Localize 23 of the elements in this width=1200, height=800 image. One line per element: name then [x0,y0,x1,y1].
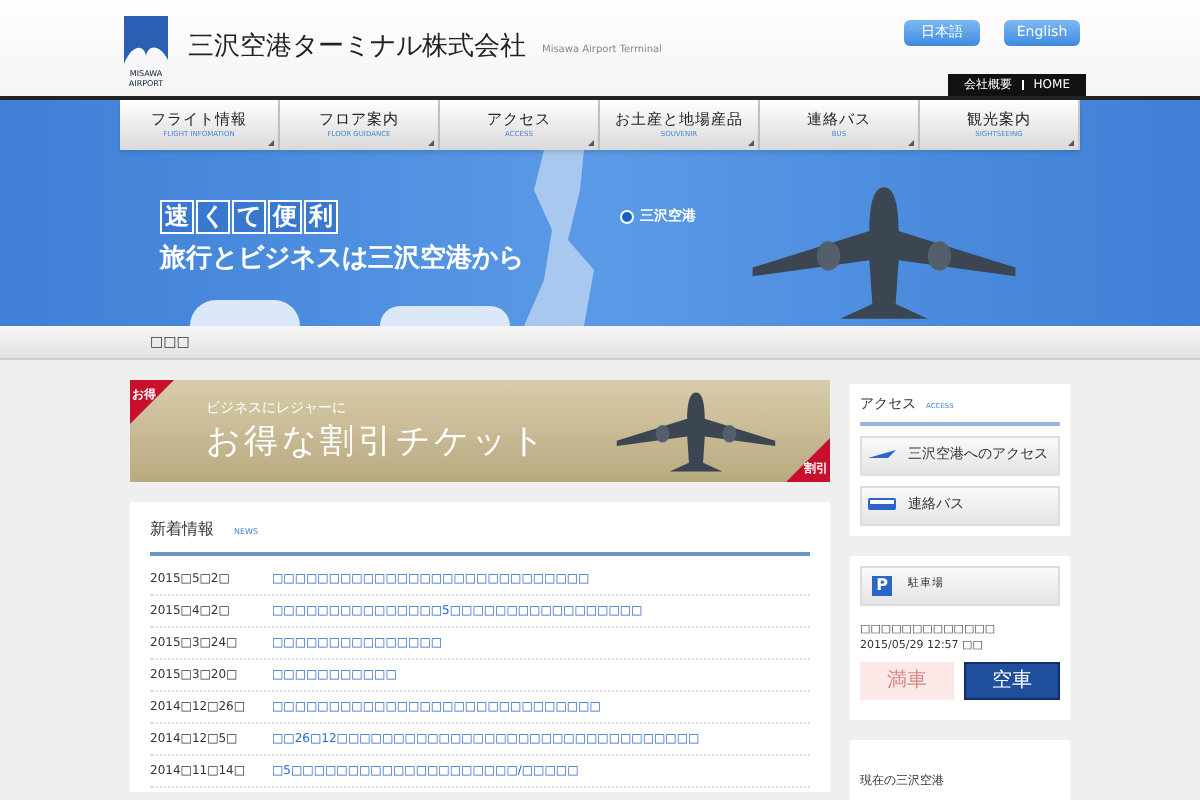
parking-status: 空車 [963,662,1060,700]
corner-arrow-icon [588,140,594,146]
corner-arrow-icon [908,140,914,146]
logo-icon [120,16,172,68]
corner-arrow-icon [268,140,274,146]
news-title: 新着情報 [150,518,214,542]
company-name: 三沢空港ターミナル株式会社 [188,30,526,66]
headline-character: く [196,200,230,234]
hero-tagline: 旅行とビジネスは三沢空港から [160,241,524,278]
corner-arrow-icon [1068,140,1074,146]
parking-icon: P [872,575,892,595]
headline-character: 便 [268,200,302,234]
headline-character: 速 [160,200,194,234]
headline-character: 利 [304,200,338,234]
corner-arrow-icon [428,140,434,146]
airplane-icon [868,450,896,460]
cloud [190,300,300,326]
parking-status: 満車 [860,662,953,700]
cloud [380,306,510,326]
headline-character: て [232,200,266,234]
corner-arrow-icon [748,140,754,146]
promo-headline: お得な割引チケット [206,419,548,464]
bus-icon [868,498,896,512]
